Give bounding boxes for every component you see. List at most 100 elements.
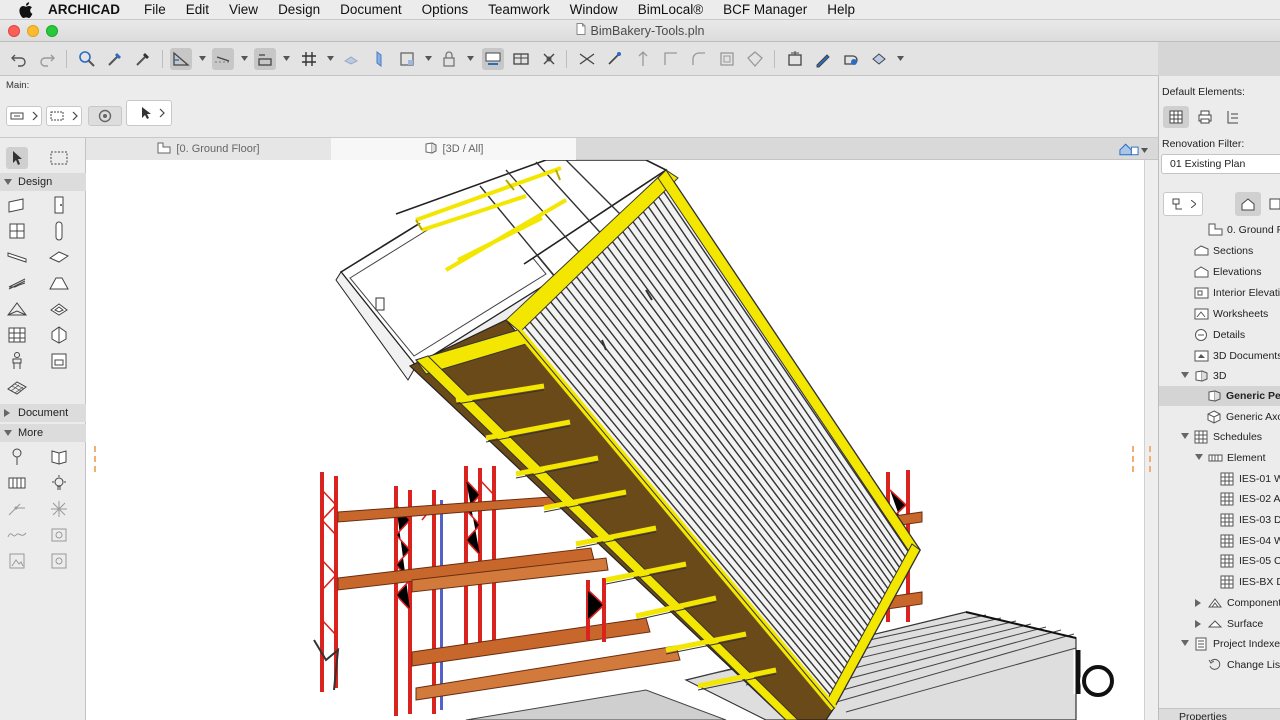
toolbox-section-more[interactable]: More	[0, 424, 86, 442]
navigator-item[interactable]: Sections	[1159, 241, 1280, 261]
navigator-item[interactable]: IES-03 D	[1159, 510, 1280, 530]
curtain-wall-tool-icon[interactable]	[6, 324, 28, 346]
undo-icon[interactable]	[8, 48, 30, 70]
navigator-item[interactable]: Details	[1159, 325, 1280, 345]
menu-options[interactable]: Options	[422, 2, 469, 17]
chevron-down-icon[interactable]	[198, 53, 206, 63]
slab-tool-icon[interactable]	[48, 246, 70, 268]
navigator-item[interactable]: Interior Elevations	[1159, 283, 1280, 303]
curtain-wall-icon[interactable]	[744, 48, 766, 70]
intersect-icon[interactable]	[660, 48, 682, 70]
drawing-tool-icon[interactable]	[6, 550, 28, 572]
railing-tool-icon[interactable]	[6, 472, 28, 494]
view-map-icon[interactable]	[1265, 192, 1280, 216]
arrow-tool-button[interactable]	[126, 100, 172, 126]
publisher-icon[interactable]	[1221, 106, 1245, 128]
shell-tool-icon[interactable]	[6, 298, 28, 320]
navigator-item[interactable]: IES-05 C	[1159, 551, 1280, 571]
navigator-item[interactable]: IES-04 W	[1159, 531, 1280, 551]
chevron-down-icon[interactable]	[240, 53, 248, 63]
layer-icon[interactable]	[368, 48, 390, 70]
default-elements-icon[interactable]	[1163, 106, 1189, 128]
marquee-icon[interactable]	[396, 48, 418, 70]
menu-window[interactable]: Window	[570, 2, 618, 17]
3d-viewport[interactable]	[86, 160, 1144, 720]
navigator-item[interactable]: IES-02 A	[1159, 489, 1280, 509]
marquee-type-button[interactable]	[46, 106, 82, 126]
chevron-down-icon[interactable]	[424, 53, 432, 63]
morph-tool-icon[interactable]	[48, 324, 70, 346]
viewport-scrollbar[interactable]	[1144, 160, 1158, 720]
rotate-icon[interactable]	[88, 106, 122, 126]
navigator-item[interactable]: Generic Perspective	[1159, 386, 1280, 406]
skylight-tool-icon[interactable]	[48, 298, 70, 320]
gravity-icon[interactable]	[170, 48, 192, 70]
roof-tool-icon[interactable]	[48, 272, 70, 294]
elevate-icon[interactable]	[632, 48, 654, 70]
camera-tool-icon[interactable]	[6, 446, 28, 468]
snap-guides-icon[interactable]	[254, 48, 276, 70]
navigator-item[interactable]: Element	[1159, 448, 1280, 468]
redo-icon[interactable]	[36, 48, 58, 70]
menu-app-name[interactable]: ARCHICAD	[48, 2, 120, 17]
tab-3d-all[interactable]: [3D / All]	[331, 138, 576, 160]
menu-file[interactable]: File	[144, 2, 166, 17]
properties-panel-header[interactable]: Properties	[1159, 708, 1280, 720]
door-tool-icon[interactable]	[48, 194, 70, 216]
navigator-item[interactable]: IES-BX D	[1159, 572, 1280, 592]
renovation-filter-select[interactable]: 01 Existing Plan	[1161, 154, 1280, 174]
navigator-item[interactable]: Schedules	[1159, 427, 1280, 447]
zone-tool-icon[interactable]	[48, 350, 70, 372]
menu-teamwork[interactable]: Teamwork	[488, 2, 550, 17]
chevron-down-icon[interactable]	[326, 53, 334, 63]
view-settings-icon[interactable]	[840, 48, 862, 70]
menu-edit[interactable]: Edit	[186, 2, 209, 17]
menu-view[interactable]: View	[229, 2, 258, 17]
triangle-down-icon[interactable]	[1181, 372, 1189, 378]
column-tool-icon[interactable]	[48, 220, 70, 242]
navigator-item[interactable]: Components	[1159, 593, 1280, 613]
worksheet-tool-icon[interactable]	[48, 550, 70, 572]
pencil-icon[interactable]	[812, 48, 834, 70]
chevron-down-icon[interactable]	[466, 53, 474, 63]
menu-bcf-manager[interactable]: BCF Manager	[723, 2, 807, 17]
stair-tool-icon[interactable]	[6, 272, 28, 294]
split-icon[interactable]	[576, 48, 598, 70]
mesh-tool-icon[interactable]	[6, 376, 28, 398]
navigator-tree-button[interactable]	[1163, 192, 1203, 216]
drag-cross-icon[interactable]	[538, 48, 560, 70]
menu-bimlocal[interactable]: BimLocal®	[638, 2, 703, 17]
offset-icon[interactable]	[716, 48, 738, 70]
selection-method-button[interactable]	[6, 106, 42, 126]
figure-tool-icon[interactable]	[48, 524, 70, 546]
arrow-tool-icon[interactable]	[6, 147, 28, 169]
chevron-down-icon[interactable]	[896, 53, 904, 63]
find-select-icon[interactable]	[76, 48, 98, 70]
sun-light-icon[interactable]	[48, 498, 70, 520]
grid-snap-icon[interactable]	[298, 48, 320, 70]
menu-help[interactable]: Help	[827, 2, 855, 17]
suspend-groups-icon[interactable]	[340, 48, 362, 70]
navigator-item[interactable]: IES-01 W	[1159, 469, 1280, 489]
triangle-down-icon[interactable]	[1181, 640, 1189, 646]
navigator-item[interactable]: 0. Ground F	[1159, 220, 1280, 240]
toolbox-section-design[interactable]: Design	[0, 173, 86, 191]
wall-tool-icon[interactable]	[6, 194, 28, 216]
triangle-right-icon[interactable]	[1195, 599, 1201, 607]
navigator-item[interactable]: 3D Documents	[1159, 346, 1280, 366]
chevron-down-icon[interactable]	[282, 53, 290, 63]
lock-icon[interactable]	[438, 48, 460, 70]
object-tool-icon[interactable]	[6, 350, 28, 372]
trace-reference-icon[interactable]	[510, 48, 532, 70]
marquee-tool-icon[interactable]	[48, 147, 70, 169]
project-map-icon[interactable]	[1235, 192, 1261, 216]
adjust-icon[interactable]	[604, 48, 626, 70]
printer-icon[interactable]	[1193, 106, 1217, 128]
navigator-item[interactable]: Surface	[1159, 614, 1280, 634]
navigator-item[interactable]: Change List	[1159, 655, 1280, 675]
menu-design[interactable]: Design	[278, 2, 320, 17]
spline-tool-icon[interactable]	[6, 524, 28, 546]
navigator-item[interactable]: Generic Axonometry	[1159, 407, 1280, 427]
lamp-tool-icon[interactable]	[48, 472, 70, 494]
triangle-right-icon[interactable]	[1195, 620, 1201, 628]
